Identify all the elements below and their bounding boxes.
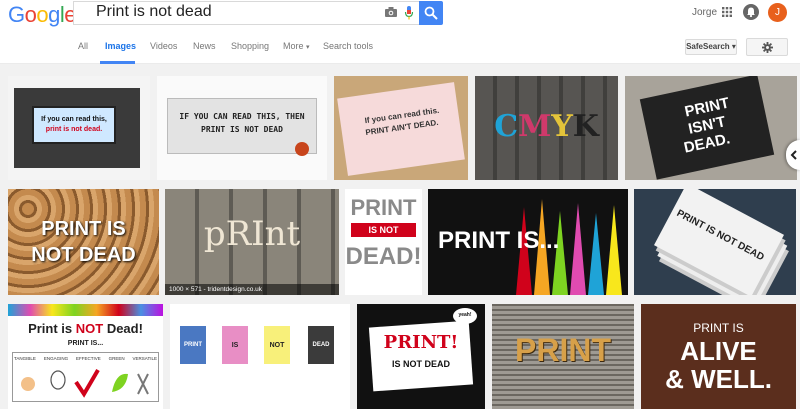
notdead-label-1: ENGAGING — [43, 356, 69, 361]
image-result-punk[interactable]: PRINT! IS NOT DEAD yeah! — [357, 304, 485, 409]
tab-more[interactable]: More ▾ — [283, 41, 310, 51]
tab-news[interactable]: News — [193, 41, 216, 51]
letterpress-text: pRInt — [203, 214, 301, 254]
image-caption: 1000 × 571 - tridentdesign.co.uk — [165, 284, 339, 295]
alive-line3: & WELL. — [665, 364, 772, 394]
user-name[interactable]: Jorge — [692, 7, 717, 18]
spikes-text: PRINT IS... — [438, 227, 560, 254]
tab-images[interactable]: Images — [105, 41, 136, 51]
alive-line2: ALIVE — [680, 336, 757, 366]
notdead-title-b: NOT — [75, 321, 104, 336]
image-result-billboard[interactable]: If you can read this, print is not dead. — [8, 76, 150, 180]
notdead-label-3: GREEN — [108, 356, 125, 361]
image-results-grid: If you can read this, print is not dead.… — [0, 64, 800, 409]
search-tabs: All Images Videos News Shopping More ▾ S… — [0, 30, 800, 64]
infographic-icons — [21, 368, 149, 398]
tab-shopping[interactable]: Shopping — [231, 41, 269, 51]
tab-more-label: More — [283, 41, 304, 51]
notdead-title: Print is NOT Dead! — [8, 322, 163, 335]
settings-button[interactable] — [746, 38, 788, 56]
image-result-type-tray[interactable]: PRINT — [492, 304, 634, 409]
punk-line1: PRINT! — [383, 332, 459, 353]
badge-line2: IS NOT — [368, 225, 399, 235]
cmyk-c: C — [494, 109, 519, 144]
apps-grid-icon[interactable] — [722, 7, 732, 17]
card-word-3: DEAD — [312, 342, 330, 348]
image-result-not-dead-infographic[interactable]: Print is NOT Dead! PRINT IS... TANGIBLE … — [8, 304, 163, 409]
tab-videos[interactable]: Videos — [150, 41, 177, 51]
cmyk-text: CMYK — [475, 112, 618, 142]
camera-icon[interactable] — [385, 7, 397, 17]
safesearch-button[interactable]: SafeSearch ▾ — [685, 39, 737, 55]
image-result-letterpress[interactable]: pRInt 1000 × 571 - tridentdesign.co.uk — [165, 189, 339, 295]
image-result-poster[interactable]: If you can read this. PRINT AIN'T DEAD. — [334, 76, 468, 180]
sign-line1: IF YOU CAN READ THIS, THEN — [179, 112, 305, 121]
notdead-sub: PRINT IS... — [67, 340, 104, 347]
image-result-wood[interactable]: PRINT IS NOT DEAD — [8, 189, 159, 295]
logo-letter: G — [8, 2, 25, 27]
cmyk-m: M — [518, 109, 552, 144]
notifications-icon[interactable] — [743, 4, 759, 20]
microphone-icon[interactable] — [404, 6, 414, 20]
image-result-stack[interactable]: PRINT IS NOT DEAD — [634, 189, 796, 295]
wood-line2: NOT DEAD — [31, 244, 136, 266]
type-text: PRINT — [515, 332, 611, 368]
alive-line1: PRINT IS — [693, 321, 744, 335]
cmyk-k: K — [572, 109, 599, 144]
wood-line1: PRINT IS — [41, 218, 126, 240]
logo-letter: o — [24, 2, 37, 27]
search-input[interactable]: Print is not dead — [96, 3, 212, 21]
tab-search-tools[interactable]: Search tools — [323, 41, 373, 51]
image-result-isnt-dead[interactable]: PRINT ISN'T DEAD. — [625, 76, 797, 180]
search-box[interactable]: Print is not dead — [73, 1, 420, 25]
search-icon — [424, 6, 438, 20]
avatar[interactable]: J — [768, 3, 787, 22]
image-result-alive-well[interactable]: PRINT IS ALIVE & WELL. — [641, 304, 796, 409]
card-word-2: NOT — [269, 342, 285, 349]
tab-all[interactable]: All — [78, 41, 88, 51]
notdead-label-4: VERSATILE — [132, 356, 157, 361]
billboard-line2: print is not dead. — [45, 126, 103, 133]
cmyk-y: Y — [551, 109, 573, 144]
punk-line2: IS NOT DEAD — [391, 359, 450, 369]
image-result-spikes[interactable]: PRINT IS... — [428, 189, 628, 295]
image-result-sign[interactable]: IF YOU CAN READ THIS, THEN PRINT IS NOT … — [157, 76, 327, 180]
badge-line1: PRINT — [350, 195, 417, 220]
image-result-cards[interactable]: PRINT IS NOT DEAD — [170, 304, 350, 409]
notdead-label-2: EFFECTIVE — [75, 356, 101, 361]
punk-bubble: yeah! — [458, 312, 472, 318]
sign-line2: PRINT IS NOT DEAD — [201, 125, 283, 134]
chevron-down-icon: ▾ — [306, 44, 310, 51]
gear-icon — [762, 42, 773, 53]
google-logo[interactable]: Google — [8, 2, 77, 28]
image-result-badge[interactable]: PRINT IS NOT DEAD! — [345, 189, 422, 295]
logo-letter: o — [36, 2, 49, 27]
card-word-0: PRINT — [184, 342, 202, 348]
chevron-left-icon — [790, 150, 797, 160]
notdead-title-c: Dead! — [103, 321, 143, 336]
billboard-line1: If you can read this, — [41, 116, 107, 123]
side-panel-toggle[interactable] — [786, 140, 800, 170]
card-word-1: IS — [231, 342, 239, 349]
notdead-label-0: TANGIBLE — [14, 356, 36, 361]
notdead-title-a: Print is — [28, 321, 76, 336]
image-result-cmyk[interactable]: CMYK — [475, 76, 618, 180]
search-button[interactable] — [419, 1, 443, 25]
top-bar: Google Print is not dead Jorge J — [0, 0, 800, 30]
badge-line3: DEAD! — [345, 243, 422, 270]
logo-letter: g — [48, 2, 60, 27]
